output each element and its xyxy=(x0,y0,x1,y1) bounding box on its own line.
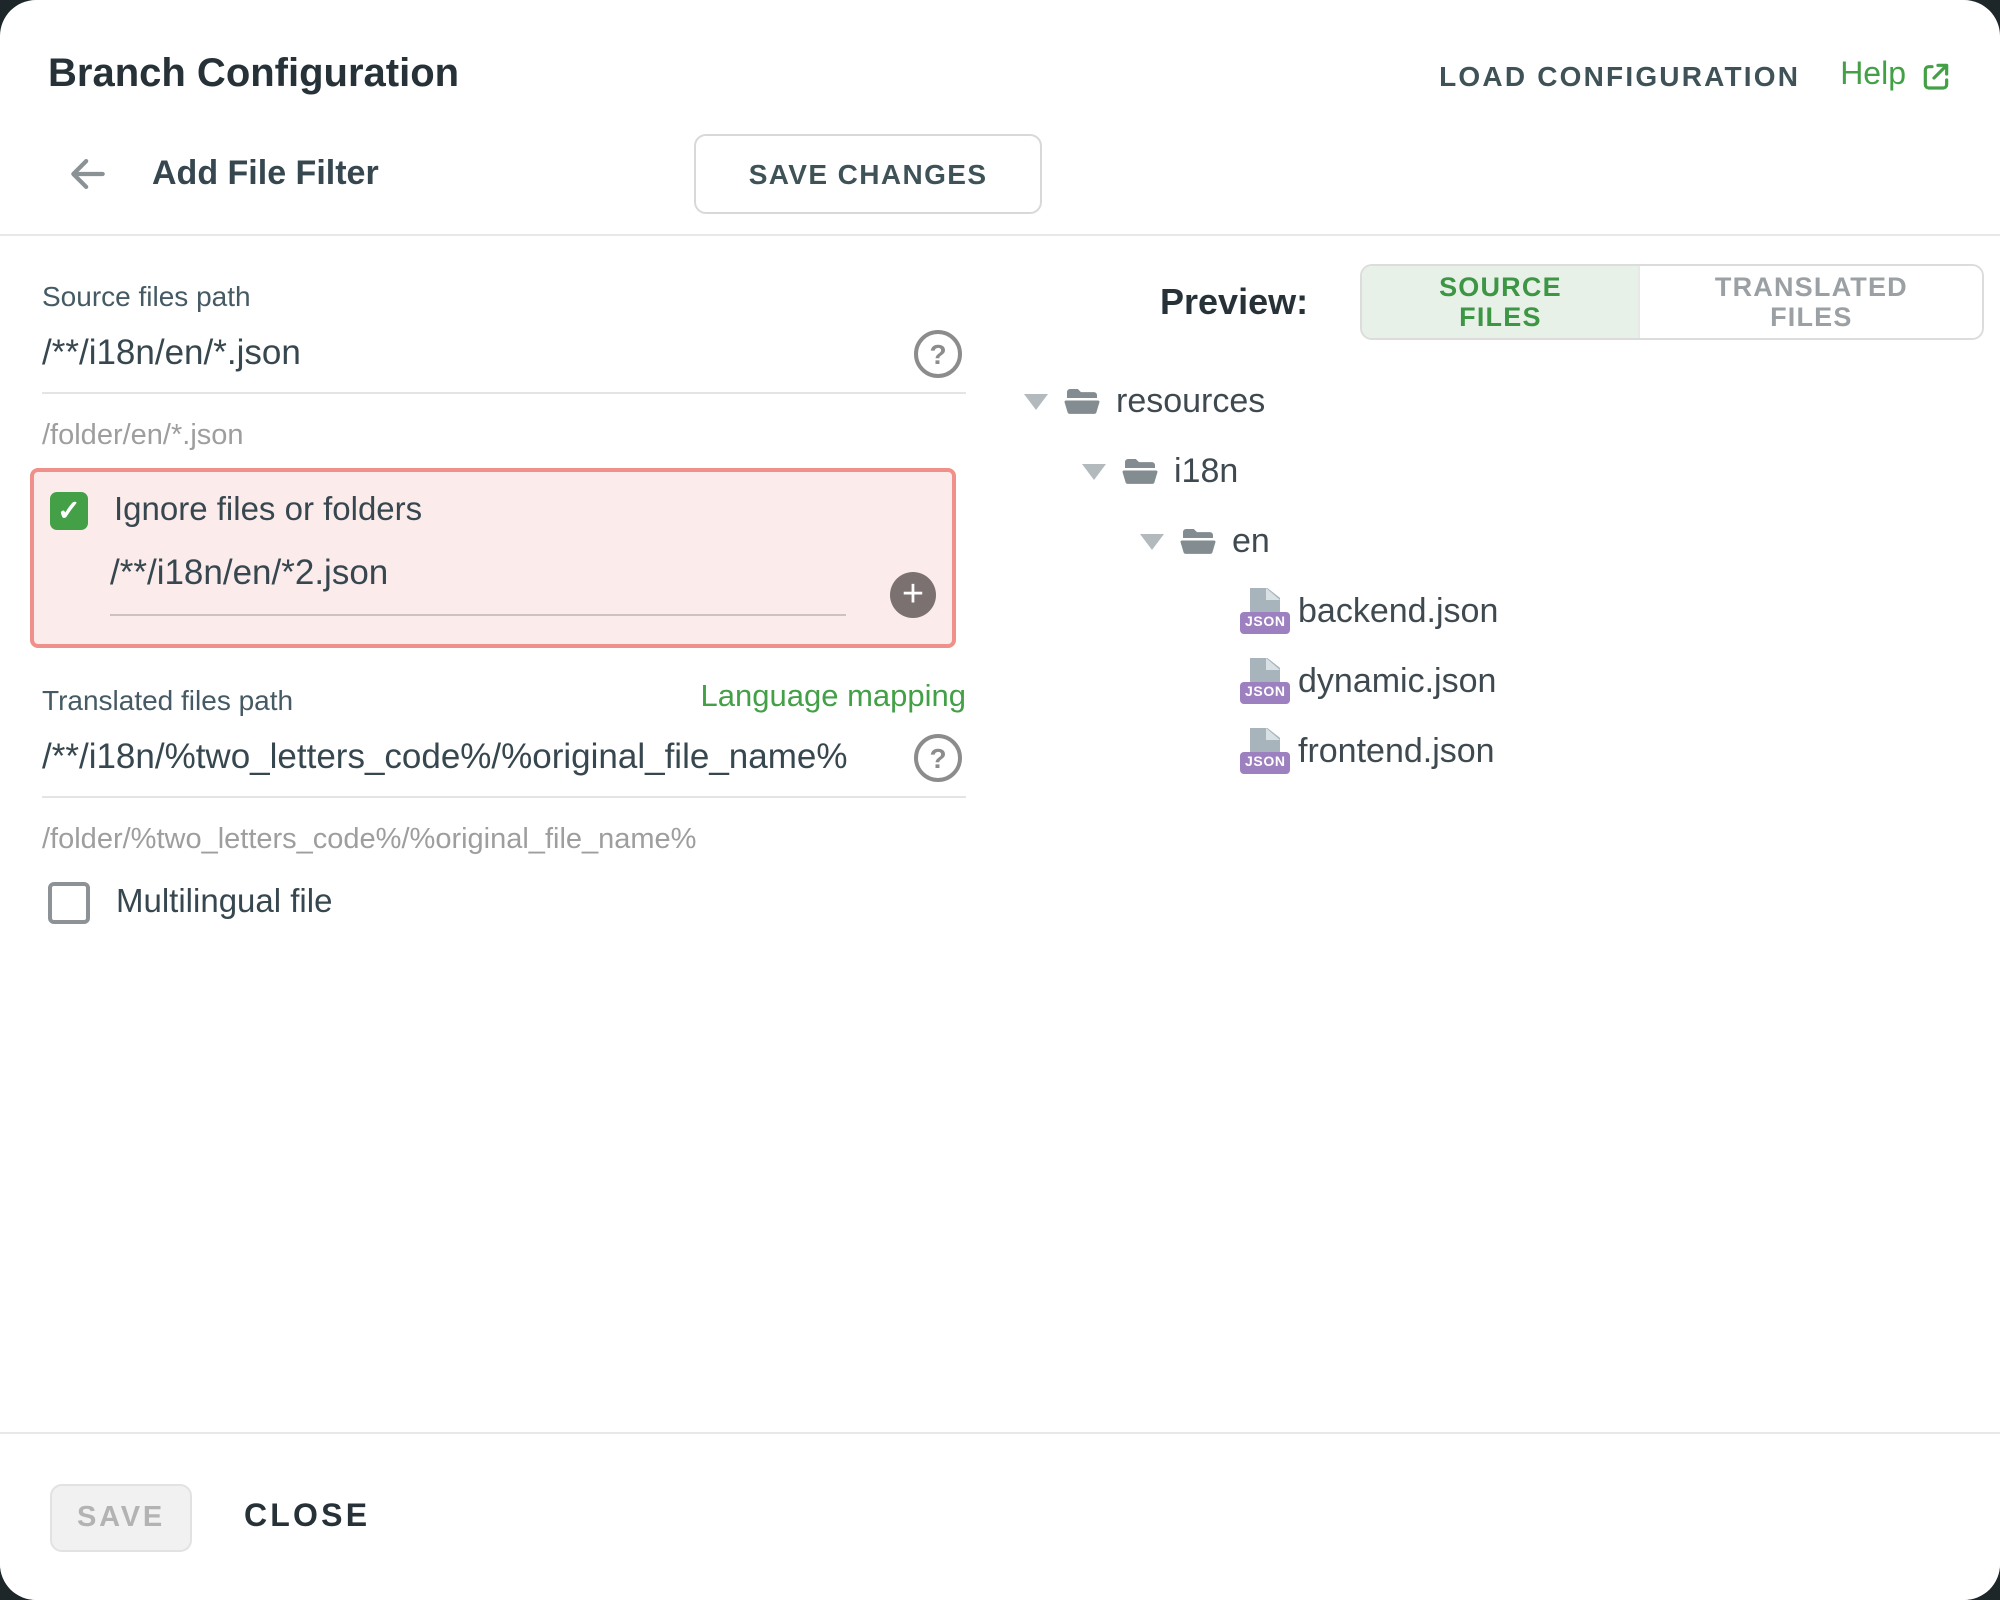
json-badge: JSON xyxy=(1240,752,1291,774)
json-file-icon: JSON xyxy=(1240,728,1280,774)
ignore-files-checkbox-label: Ignore files or folders xyxy=(114,492,422,530)
translated-files-path-input[interactable]: /**/i18n/%two_letters_code%/%original_fi… xyxy=(42,736,878,778)
dialog-body: Source files path /**/i18n/en/*.json ? /… xyxy=(0,236,2000,1434)
translated-path-help-icon[interactable]: ? xyxy=(914,734,962,782)
expand-arrow-icon[interactable] xyxy=(1024,393,1048,409)
tree-file-label: frontend.json xyxy=(1298,731,1495,771)
folder-icon xyxy=(1180,526,1216,556)
tree-row-file-backend[interactable]: JSON backend.json xyxy=(1020,576,1984,646)
back-arrow-icon xyxy=(66,151,110,195)
multilingual-file-checkbox-label: Multilingual file xyxy=(116,884,332,922)
ignore-files-highlight-box: ✓ Ignore files or folders /**/i18n/en/*2… xyxy=(30,468,956,648)
preview-label: Preview: xyxy=(1160,281,1308,323)
file-tree: resources i18n xyxy=(1020,366,1984,786)
ignore-files-checkbox[interactable]: ✓ xyxy=(50,492,88,530)
dialog-footer: SAVE CLOSE xyxy=(0,1432,2000,1600)
folder-icon xyxy=(1064,386,1100,416)
tree-row-folder-i18n[interactable]: i18n xyxy=(1020,436,1984,506)
ignore-pattern-field: /**/i18n/en/*2.json xyxy=(110,552,846,616)
tree-file-label: backend.json xyxy=(1298,591,1498,631)
json-badge: JSON xyxy=(1240,682,1291,704)
source-files-path-input[interactable]: /**/i18n/en/*.json xyxy=(42,332,878,374)
back-button[interactable] xyxy=(66,151,110,195)
source-path-help-icon[interactable]: ? xyxy=(914,330,962,378)
dialog-header: Branch Configuration LOAD CONFIGURATION … xyxy=(0,0,2000,236)
page-title: Branch Configuration xyxy=(48,52,459,98)
expand-arrow-icon[interactable] xyxy=(1082,463,1106,479)
translated-files-path-label: Translated files path xyxy=(42,684,293,716)
translated-path-helper-text: /folder/%two_letters_code%/%original_fil… xyxy=(42,824,966,856)
tree-row-file-frontend[interactable]: JSON frontend.json xyxy=(1020,716,1984,786)
close-button[interactable]: CLOSE xyxy=(244,1499,370,1535)
add-ignore-pattern-button[interactable]: + xyxy=(890,572,936,618)
help-link-label: Help xyxy=(1840,57,1906,93)
tab-source-files[interactable]: SOURCE FILES xyxy=(1362,266,1639,338)
tree-row-folder-resources[interactable]: resources xyxy=(1020,366,1984,436)
tree-file-label: dynamic.json xyxy=(1298,661,1496,701)
load-configuration-button[interactable]: LOAD CONFIGURATION xyxy=(1439,59,1800,91)
save-button[interactable]: SAVE xyxy=(50,1483,192,1551)
json-file-icon: JSON xyxy=(1240,588,1280,634)
tab-translated-files[interactable]: TRANSLATED FILES xyxy=(1639,266,1982,338)
save-changes-button[interactable]: SAVE CHANGES xyxy=(695,133,1042,213)
expand-arrow-icon[interactable] xyxy=(1140,533,1164,549)
tree-folder-label: en xyxy=(1232,521,1270,561)
tree-row-file-dynamic[interactable]: JSON dynamic.json xyxy=(1020,646,1984,716)
help-link[interactable]: Help xyxy=(1840,57,1952,93)
translated-files-path-field: /**/i18n/%two_letters_code%/%original_fi… xyxy=(42,736,966,798)
tree-folder-label: i18n xyxy=(1174,451,1238,491)
subheader-title: Add File Filter xyxy=(152,153,379,193)
json-badge: JSON xyxy=(1240,612,1291,634)
external-link-icon xyxy=(1920,59,1952,91)
tree-row-folder-en[interactable]: en xyxy=(1020,506,1984,576)
language-mapping-link[interactable]: Language mapping xyxy=(701,680,966,716)
source-path-helper-text: /folder/en/*.json xyxy=(42,420,966,452)
json-file-icon: JSON xyxy=(1240,658,1280,704)
source-files-path-field: /**/i18n/en/*.json ? xyxy=(42,332,966,394)
dialog-card: Branch Configuration LOAD CONFIGURATION … xyxy=(0,0,2000,1600)
branch-configuration-dialog: Branch Configuration LOAD CONFIGURATION … xyxy=(0,0,2000,1600)
ignore-pattern-input[interactable]: /**/i18n/en/*2.json xyxy=(110,552,846,594)
multilingual-file-checkbox[interactable] xyxy=(48,882,90,924)
tree-folder-label: resources xyxy=(1116,381,1265,421)
source-files-path-label: Source files path xyxy=(42,280,966,312)
file-filter-form: Source files path /**/i18n/en/*.json ? /… xyxy=(42,236,966,924)
preview-panel: Preview: SOURCE FILES TRANSLATED FILES xyxy=(1020,236,1984,786)
folder-icon xyxy=(1122,456,1158,486)
preview-mode-toggle: SOURCE FILES TRANSLATED FILES xyxy=(1360,264,1984,340)
